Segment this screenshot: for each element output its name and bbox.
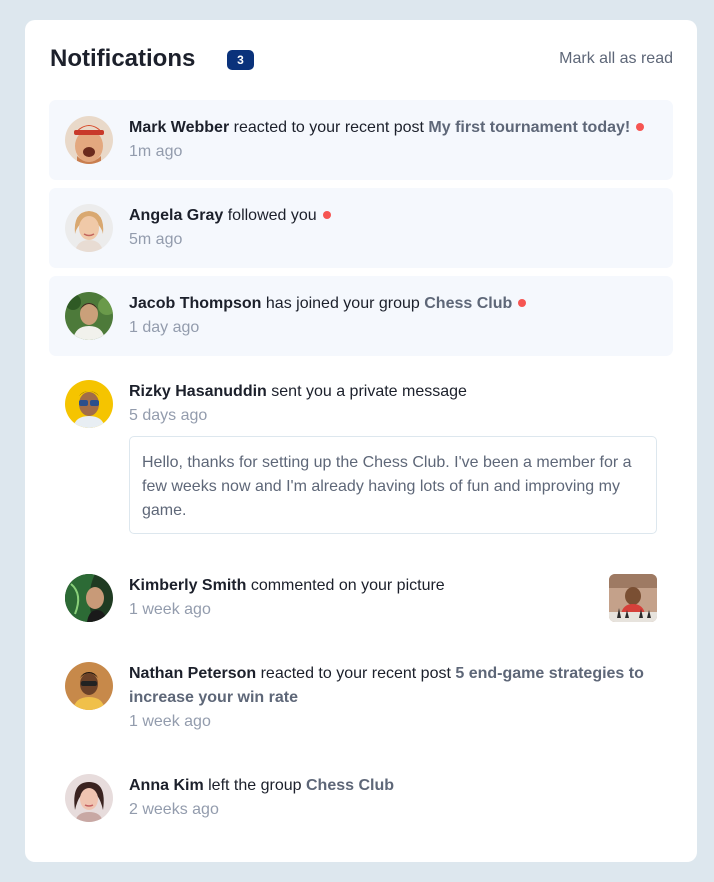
notification-text: Anna Kim left the group Chess Club [129, 774, 659, 798]
notification-user-name[interactable]: Jacob Thompson [129, 295, 261, 312]
notification-user-name[interactable]: Mark Webber [129, 119, 229, 136]
notification-user-name[interactable]: Anna Kim [129, 777, 204, 794]
notification-target-group[interactable]: Chess Club [306, 777, 394, 794]
notifications-card: Notifications 3 Mark all as read Mark We… [25, 20, 697, 862]
notification-text: Mark Webber reacted to your recent post … [129, 116, 659, 140]
notifications-header: Notifications 3 Mark all as read [50, 44, 673, 76]
mark-all-as-read-button[interactable]: Mark all as read [559, 50, 673, 68]
notification-text: Kimberly Smith commented on your picture [129, 574, 589, 598]
notification-user-name[interactable]: Nathan Peterson [129, 665, 256, 682]
notification-text: Nathan Peterson reacted to your recent p… [129, 662, 659, 710]
notification-user-name[interactable]: Rizky Hasanuddin [129, 383, 267, 400]
notification-target-group[interactable]: Chess Club [424, 295, 512, 312]
notification-action: left the group [208, 777, 302, 794]
avatar-jacob-thompson[interactable] [65, 292, 113, 340]
notification-item[interactable]: Angela Gray followed you 5m ago [49, 188, 673, 268]
notification-user-name[interactable]: Kimberly Smith [129, 577, 246, 594]
notification-action: sent you a private message [271, 383, 467, 400]
avatar-anna-kim[interactable] [65, 774, 113, 822]
page-title: Notifications [50, 45, 196, 72]
private-message-preview[interactable]: Hello, thanks for setting up the Chess C… [129, 436, 657, 534]
notification-item[interactable]: Kimberly Smith commented on your picture… [49, 564, 673, 636]
notification-action: followed you [227, 207, 317, 224]
notification-time: 5m ago [129, 231, 183, 248]
notification-text: Rizky Hasanuddin sent you a private mess… [129, 380, 659, 404]
notification-time: 5 days ago [129, 407, 208, 424]
notification-time: 1 week ago [129, 601, 211, 618]
notification-time: 2 weeks ago [129, 801, 219, 818]
notification-action: commented on your picture [250, 577, 445, 594]
notification-time: 1 day ago [129, 319, 200, 336]
notification-item[interactable]: Mark Webber reacted to your recent post … [49, 100, 673, 180]
avatar-nathan-peterson[interactable] [65, 662, 113, 710]
unread-dot-icon [636, 123, 645, 131]
notification-item[interactable]: Anna Kim left the group Chess Club 2 wee… [49, 764, 673, 836]
avatar-angela-gray[interactable] [65, 204, 113, 252]
notification-time: 1m ago [129, 143, 183, 160]
notification-time: 1 week ago [129, 713, 211, 730]
notification-text: Angela Gray followed you [129, 204, 659, 228]
notification-action: reacted to your recent post [233, 119, 424, 136]
notification-user-name[interactable]: Angela Gray [129, 207, 223, 224]
notification-item[interactable]: Jacob Thompson has joined your group Che… [49, 276, 673, 356]
unread-dot-icon [518, 299, 527, 307]
notification-action: reacted to your recent post [260, 665, 451, 682]
avatar-kimberly-smith[interactable] [65, 574, 113, 622]
unread-count-badge: 3 [227, 50, 254, 70]
unread-dot-icon [322, 211, 331, 219]
notification-item[interactable]: Nathan Peterson reacted to your recent p… [49, 652, 673, 748]
notification-text: Jacob Thompson has joined your group Che… [129, 292, 659, 316]
notification-action: has joined your group [265, 295, 420, 312]
chess-picture-thumbnail[interactable] [609, 574, 657, 622]
notification-target-post[interactable]: My first tournament today! [428, 119, 630, 136]
avatar-mark-webber[interactable] [65, 116, 113, 164]
avatar-rizky-hasanuddin[interactable] [65, 380, 113, 428]
